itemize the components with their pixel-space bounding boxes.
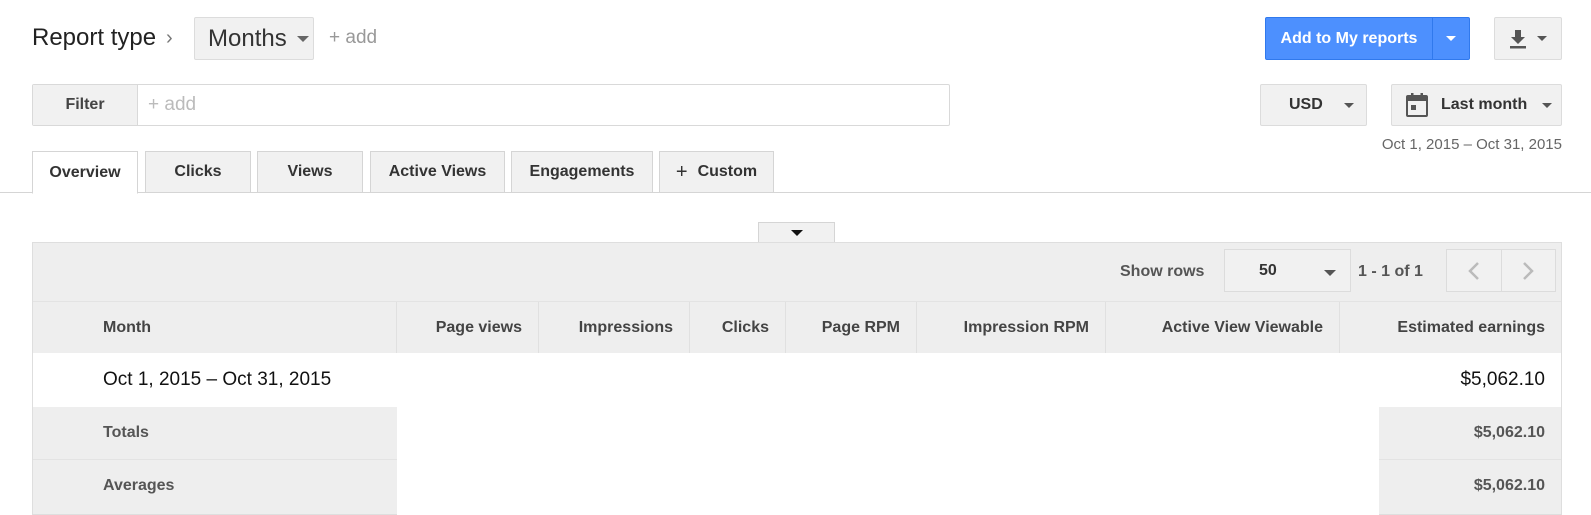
add-dimension-link[interactable]: + add xyxy=(329,27,377,49)
triangle-down-icon xyxy=(790,230,803,236)
cell-month: Oct 1, 2015 – Oct 31, 2015 xyxy=(103,369,332,390)
date-preset-label: Last month xyxy=(1441,96,1528,113)
filter-label: Filter xyxy=(33,85,138,125)
column-header-impressions[interactable]: Impressions xyxy=(539,302,690,354)
averages-row: Averages $5,062.10 xyxy=(33,460,1561,512)
chevron-right-icon xyxy=(1523,261,1535,280)
column-header-page-rpm[interactable]: Page RPM xyxy=(786,302,917,354)
table-header-row: Month Page views Impressions Clicks Page… xyxy=(33,301,1561,354)
averages-label: Averages xyxy=(103,477,175,494)
tab-custom-label: Custom xyxy=(697,163,758,180)
averages-estimated-earnings: $5,062.10 xyxy=(1473,477,1545,494)
tab-engagements[interactable]: Engagements xyxy=(511,151,653,193)
column-header-page-views[interactable]: Page views xyxy=(397,302,539,354)
column-header-impression-rpm[interactable]: Impression RPM xyxy=(917,302,1106,354)
chevron-down-icon xyxy=(1324,270,1336,276)
next-page-button[interactable] xyxy=(1502,250,1556,291)
chevron-down-icon xyxy=(1537,36,1547,41)
column-header-active-view-viewable[interactable]: Active View Viewable xyxy=(1106,302,1340,354)
previous-page-button[interactable] xyxy=(1447,250,1502,291)
tab-overview[interactable]: Overview xyxy=(32,151,138,194)
chevron-down-icon xyxy=(1446,36,1456,41)
column-header-estimated-earnings[interactable]: Estimated earnings xyxy=(1340,302,1561,354)
currency-dropdown[interactable]: USD xyxy=(1260,84,1367,126)
rows-per-page-select[interactable]: 50 xyxy=(1224,249,1351,292)
chevron-left-icon xyxy=(1467,261,1479,280)
table-row: Oct 1, 2015 – Oct 31, 2015 $5,062.10 xyxy=(33,353,1561,407)
add-to-my-reports-main[interactable]: Add to My reports xyxy=(1266,18,1432,59)
plus-icon: + xyxy=(675,160,688,183)
tab-custom[interactable]: + Custom xyxy=(659,151,774,193)
tab-clicks[interactable]: Clicks xyxy=(145,151,251,193)
totals-label: Totals xyxy=(103,424,149,441)
currency-label: USD xyxy=(1289,96,1323,113)
add-to-my-reports-button: Add to My reports xyxy=(1265,17,1470,60)
rows-per-page-value: 50 xyxy=(1259,261,1277,279)
add-to-my-reports-dropdown[interactable] xyxy=(1432,18,1469,59)
download-icon xyxy=(1510,29,1526,48)
calendar-icon xyxy=(1406,93,1428,117)
totals-row: Totals $5,062.10 xyxy=(33,407,1561,459)
tab-active-views[interactable]: Active Views xyxy=(370,151,505,193)
chevron-down-icon xyxy=(1542,103,1552,108)
collapse-chart-toggle[interactable] xyxy=(758,222,835,243)
column-header-month[interactable]: Month xyxy=(33,302,397,354)
chevron-down-icon xyxy=(296,35,309,42)
date-range-text: Oct 1, 2015 – Oct 31, 2015 xyxy=(1381,136,1562,153)
download-button[interactable] xyxy=(1494,17,1562,60)
pagination xyxy=(1446,249,1556,292)
totals-estimated-earnings: $5,062.10 xyxy=(1473,424,1545,441)
breadcrumb-separator-icon: › xyxy=(166,27,173,49)
column-header-clicks[interactable]: Clicks xyxy=(690,302,786,354)
pagination-text: 1 - 1 of 1 xyxy=(1358,263,1423,280)
report-type-label: Report type xyxy=(32,24,157,51)
chevron-down-icon xyxy=(1344,103,1354,108)
date-range-dropdown[interactable]: Last month xyxy=(1391,84,1562,126)
show-rows-label: Show rows xyxy=(1120,263,1205,280)
cell-estimated-earnings: $5,062.10 xyxy=(1460,369,1545,390)
tab-views[interactable]: Views xyxy=(257,151,363,193)
dimension-dropdown[interactable]: Months xyxy=(194,17,314,60)
dimension-label: Months xyxy=(208,24,287,52)
filter-bar: Filter xyxy=(32,84,950,126)
filter-input[interactable] xyxy=(138,85,949,125)
